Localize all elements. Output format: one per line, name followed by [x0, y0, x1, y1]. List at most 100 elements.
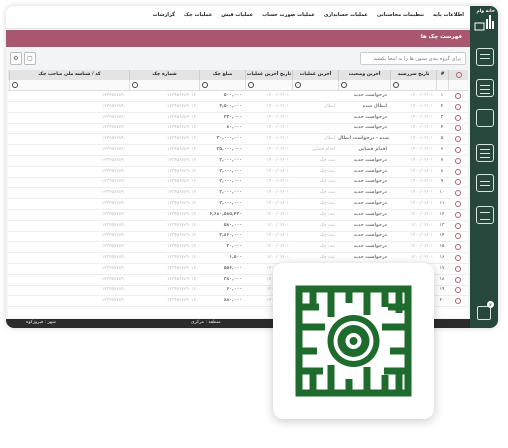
column-header-radio[interactable]: [448, 70, 468, 80]
column-header-opdate[interactable]: تاریخ آخرین عملیات: [245, 70, 292, 80]
row-select-radio[interactable]: [455, 287, 461, 294]
column-header-amount[interactable]: مبلغ چک: [199, 70, 245, 80]
cell-opdate: ۱۴۰۰/۰۲/۰۱: [266, 211, 289, 217]
cell-n: ۱۸: [439, 276, 445, 282]
calendar-icon[interactable]: [477, 306, 491, 320]
cell-amount: ۳,۸۶۰,۰۰۰: [219, 233, 242, 239]
filter-cell-radio[interactable]: [448, 80, 468, 90]
menu-reports[interactable]: گزارشات: [153, 12, 175, 18]
settings-doc-icon[interactable]: [476, 206, 494, 224]
table-row[interactable]: ۳ ۱۴۰۰/۰۲/۰۱ درخواست جدید ۱۴۰۰/۰۲/۰۱ ۲۳۰,۰۰۰…: [8, 113, 468, 124]
cell-op: [292, 91, 338, 101]
search-icon[interactable]: [248, 82, 254, 88]
filter-cell-op[interactable]: [292, 80, 338, 90]
row-select-radio[interactable]: [455, 190, 461, 197]
table-row[interactable]: ۹ ۱۴۰۰/۰۲/۰۱ درخواست جدید ثبت چک ۱۴۰۰/۰۲/۰۱ ۲…: [8, 177, 468, 189]
cell-opdate: ۱۴۰۰/۰۲/۰۱: [266, 179, 289, 185]
table-row[interactable]: ۶ ۱۴۰۰/۰۲/۰۱ اقدام قضایی اقدام قضایی ۱۴۰۰/۰۲…: [8, 145, 468, 156]
column-header-status[interactable]: آخرین وضعیت: [338, 70, 390, 80]
cell-n: ۳: [440, 114, 444, 120]
cell-id: ۱۲۳۴۵۶۷۸۹۰: [101, 136, 126, 142]
table-row[interactable]: ۴ ۱۴۰۰/۰۲/۰۱ درخواست جدید ۱۴۰۰/۰۲/۰۱ ۸۰,۰۰۰ ۱…: [8, 123, 468, 135]
cell-id: ۱۲۳۴۵۶۷۸۹۰: [101, 114, 126, 120]
row-select-radio[interactable]: [455, 276, 461, 283]
row-select-radio[interactable]: [455, 244, 461, 251]
search-icon[interactable]: [295, 82, 301, 88]
filter-cell-id[interactable]: [9, 80, 129, 90]
cell-date: ۱۴۰۰/۰۲/۰۱: [410, 168, 433, 174]
table-row[interactable]: ۱ ۱۴۰۰/۰۲/۰۱ درخواست جدید ۱۴۰۰/۰۲/۰۱ ۵۰۰,۰۰۰…: [8, 91, 468, 102]
gear-icon[interactable]: [476, 109, 494, 127]
row-select-radio[interactable]: [455, 265, 461, 272]
accounts-icon[interactable]: [476, 48, 494, 66]
cell-date: ۱۴۰۰/۰۲/۰۱: [410, 157, 433, 163]
receipt-icon[interactable]: [476, 79, 494, 97]
select-all-radio[interactable]: [456, 72, 462, 78]
row-select-radio[interactable]: [455, 93, 461, 99]
row-select-radio[interactable]: [455, 233, 461, 240]
export-button[interactable]: ▢: [24, 52, 36, 65]
grouping-toolbar: برای گروه بندی ستون ها را به اینجا بکشید…: [10, 52, 466, 66]
menu-receipt[interactable]: عملیات فیش: [221, 12, 253, 18]
document-icon[interactable]: [476, 174, 494, 192]
table-row[interactable]: ۸ ۱۴۰۰/۰۲/۰۱ درخواست جدید ثبت چک ۱۴۰۰/۰۲/۰۱ ۲…: [8, 167, 468, 178]
row-select-radio[interactable]: [455, 201, 461, 207]
table-row[interactable]: ۱۴ ۱۴۰۰/۰۲/۰۱ درخواست جدید ثبت چک ۱۴۰۰/۰۲/۰۱…: [8, 231, 468, 243]
table-row[interactable]: ۱۵ ۱۴۰۰/۰۲/۰۱ درخواست جدید ثبت چک ۱۴۰۰/۰۲/۰۱…: [8, 242, 468, 254]
cell-chk: ۱۲۳۴۵۶۷۸۹۰۱۲: [166, 276, 196, 282]
cell-opdate: ۱۴۰۰/۰۲/۰۱: [266, 168, 289, 174]
cell-chk: ۱۲۳۴۵۶۷۸۹۰۱۲: [166, 265, 196, 271]
cell-amount: ۸۰,۰۰۰: [226, 125, 242, 131]
filter-cell-date[interactable]: [390, 80, 436, 90]
column-header-date[interactable]: تاریخ سررسید: [390, 70, 436, 80]
row-select-radio[interactable]: [455, 298, 461, 305]
row-select-radio[interactable]: [455, 114, 461, 121]
column-header-op[interactable]: آخرین عملیات: [292, 70, 338, 80]
filter-cell-n[interactable]: [436, 80, 448, 90]
filter-cell-amount[interactable]: [199, 80, 245, 90]
search-icon[interactable]: [341, 82, 347, 88]
row-select-radio[interactable]: [455, 136, 461, 143]
menu-calc-settings[interactable]: تنظیمات محاسباتی: [377, 12, 424, 18]
table-row[interactable]: ۱۲ ۱۴۰۰/۰۲/۰۱ درخواست جدید ثبت چک ۱۴۰۰/۰۲/۰۱…: [8, 210, 468, 221]
row-select-radio[interactable]: [455, 168, 461, 175]
menu-accounting[interactable]: عملیات حسابداری: [324, 12, 368, 18]
column-header-id[interactable]: کد / شناسه ملی صاحب چک: [9, 70, 129, 80]
menu-base-info[interactable]: اطلاعات پایه: [433, 12, 464, 18]
filter-cell-status[interactable]: [338, 80, 390, 90]
filter-cell-chk[interactable]: [129, 80, 199, 90]
search-icon[interactable]: [393, 82, 399, 88]
table-row[interactable]: ۲ ۱۴۰۰/۰۲/۰۱ ابطال شده ابطال ۱۴۰۰/۰۲/۰۱ ۴,۵۰۰…: [8, 102, 468, 113]
column-header-chk[interactable]: شماره چک: [129, 70, 199, 80]
row-select-radio[interactable]: [455, 222, 461, 229]
row-select-radio[interactable]: [455, 211, 461, 218]
filter-cell-opdate[interactable]: [245, 80, 292, 90]
search-icon[interactable]: [12, 82, 18, 88]
table-row[interactable]: ۱۰ ۱۴۰۰/۰۲/۰۱ درخواست جدید ثبت چک ۱۴۰۰/۰۲/۰۱…: [8, 188, 468, 200]
settings-button[interactable]: ⚙: [10, 52, 22, 65]
cell-date: ۱۴۰۰/۰۲/۰۱: [410, 114, 433, 120]
row-select-radio[interactable]: [455, 147, 461, 153]
column-header-n[interactable]: #: [436, 70, 448, 80]
brand-logo: خانه وام: [472, 9, 496, 35]
table-row[interactable]: ۵ ۱۴۰۰/۰۲/۰۱ وصول شده - درخواست ابطالابطال…: [8, 134, 468, 146]
row-select-radio[interactable]: [455, 157, 461, 164]
row-select-radio[interactable]: [455, 255, 461, 261]
table-row[interactable]: ۱۱ ۱۴۰۰/۰۲/۰۱ درخواست جدید ثبت چک ۱۴۰۰/۰۲/۰۱…: [8, 199, 468, 210]
cell-id: ۱۲۳۴۵۶۷۸۹۰: [101, 93, 126, 98]
bar-chart-icon: [474, 15, 494, 31]
search-icon[interactable]: [132, 82, 138, 88]
menu-invoice[interactable]: عملیات صورت حساب: [262, 12, 315, 18]
table-row[interactable]: ۱۳ ۱۴۰۰/۰۲/۰۱ درخواست جدید ثبت چک ۱۴۰۰/۰۲/۰۱…: [8, 221, 468, 232]
menu-cheque[interactable]: عملیات چک: [184, 12, 212, 18]
calculator-icon[interactable]: [476, 144, 494, 162]
cell-opdate: ۱۴۰۰/۰۲/۰۱: [266, 125, 289, 131]
group-drop-area[interactable]: برای گروه بندی ستون ها را به اینجا بکشید: [360, 52, 466, 65]
cell-amount: ۳۰,۰۰۰,۰۰۰: [216, 136, 242, 142]
cell-status: درخواست جدید: [353, 125, 387, 131]
row-select-radio[interactable]: [455, 179, 461, 186]
row-select-radio[interactable]: [455, 103, 461, 110]
search-icon[interactable]: [202, 82, 208, 88]
row-select-radio[interactable]: [455, 125, 461, 132]
table-row[interactable]: ۷ ۱۴۰۰/۰۲/۰۱ درخواست جدید ثبت چک ۱۴۰۰/۰۲/۰۱ ۲…: [8, 156, 468, 167]
